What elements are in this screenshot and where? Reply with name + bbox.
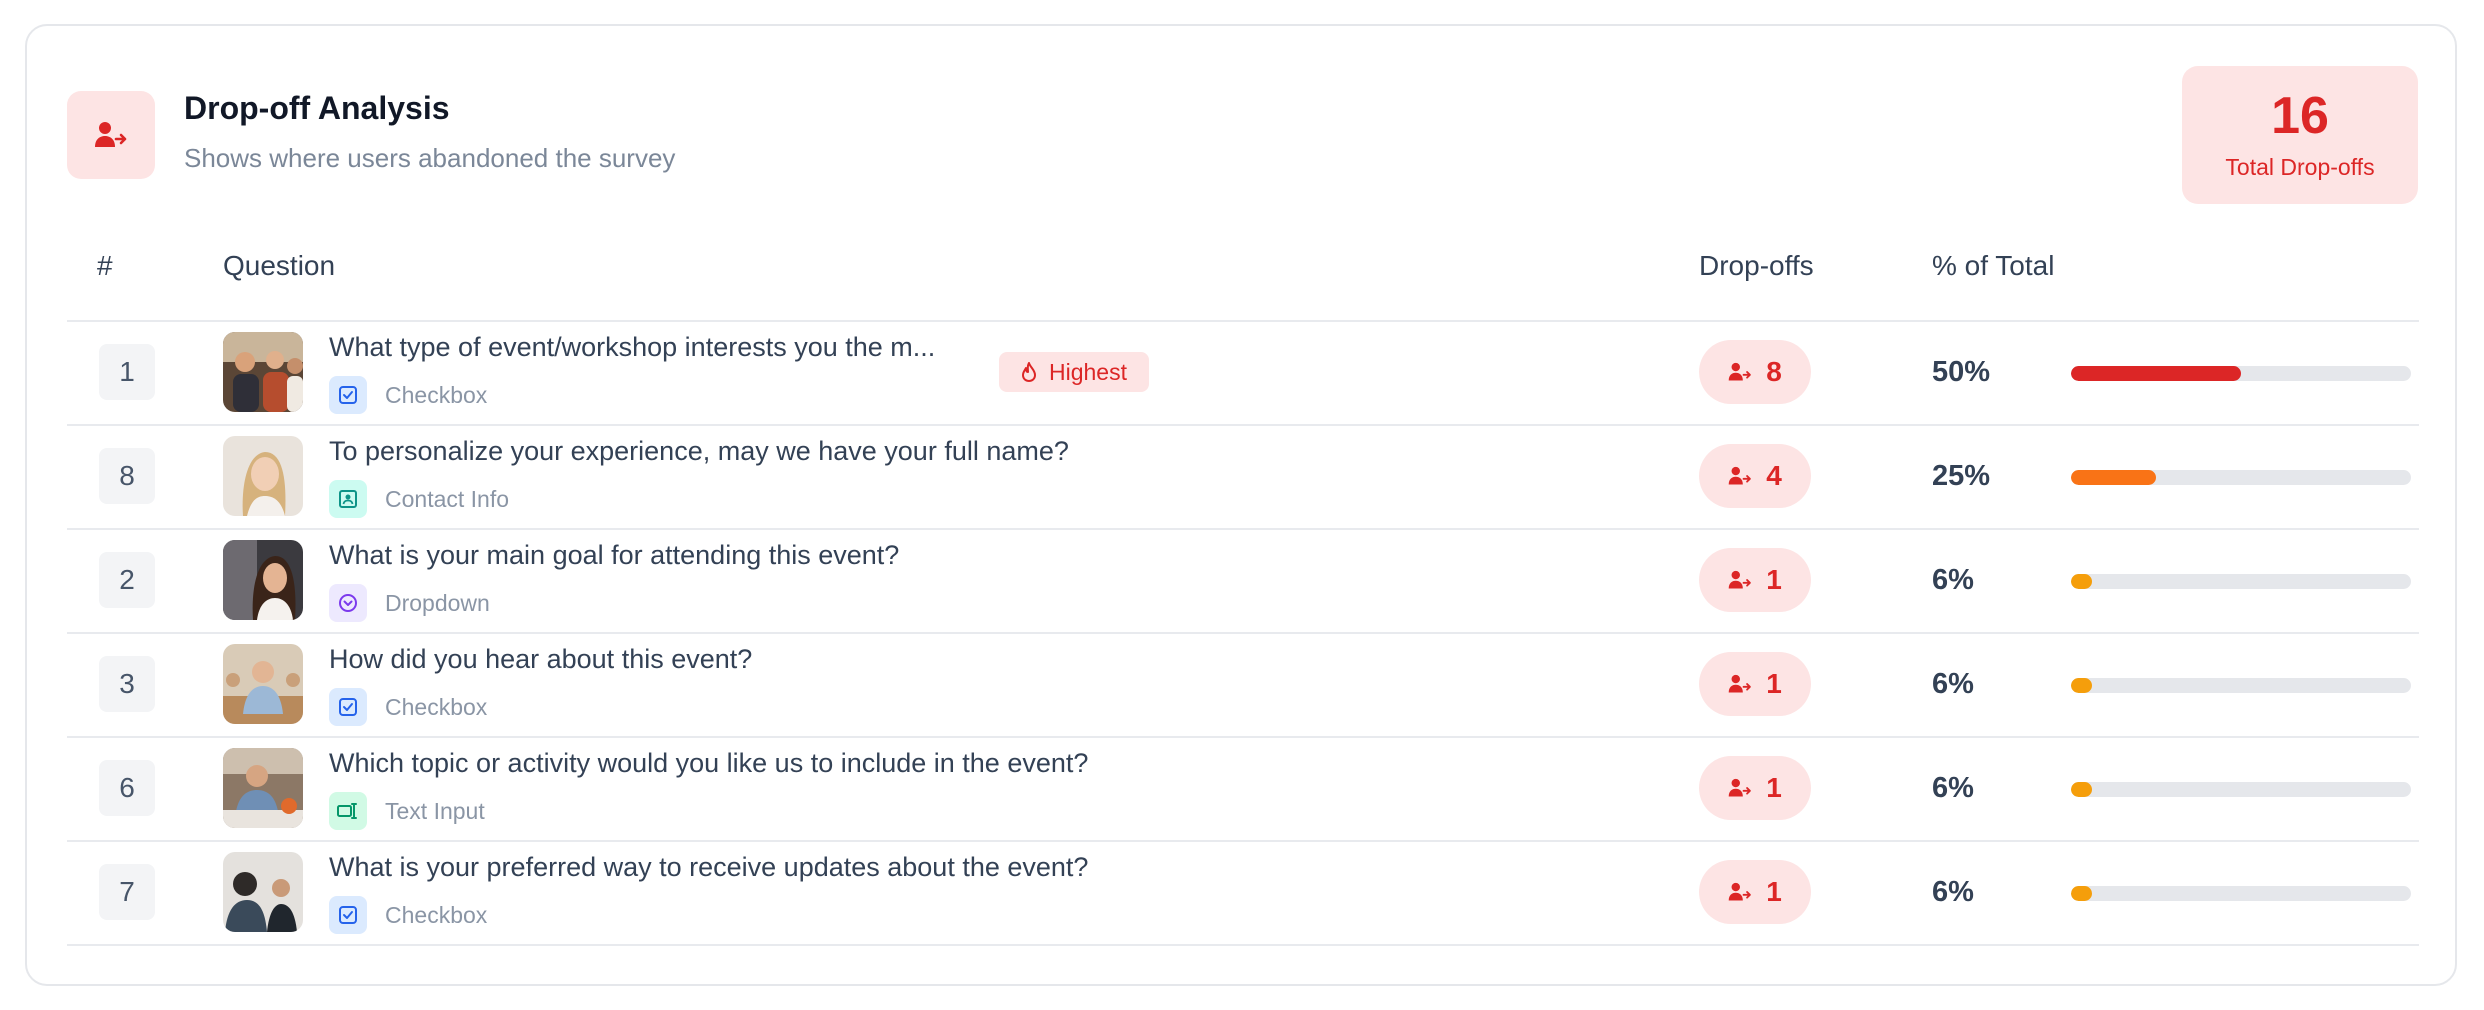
question-type: Text Input	[329, 792, 485, 830]
dropoff-count-pill: 1	[1699, 860, 1811, 924]
question-type-label: Contact Info	[385, 485, 510, 512]
question-text: What is your main goal for attending thi…	[329, 540, 900, 570]
question-type: Checkbox	[329, 896, 487, 934]
rank-badge: 2	[99, 552, 155, 608]
percent-value: 6%	[1932, 668, 1974, 700]
question-type-label: Text Input	[385, 797, 485, 824]
checkbox-icon	[329, 688, 367, 726]
question-thumbnail	[223, 748, 303, 828]
dropoff-count: 1	[1766, 564, 1782, 595]
user-exit-icon	[1728, 570, 1752, 589]
percent-value: 6%	[1932, 772, 1974, 804]
percent-value: 6%	[1932, 564, 1974, 596]
rank-badge: 3	[99, 656, 155, 712]
dropoff-table: 1 What type of event/workshop interests …	[67, 320, 2419, 946]
table-row[interactable]: 6 Which topic or activity would you like…	[67, 738, 2419, 842]
percent-value: 6%	[1932, 876, 1974, 908]
question-type-label: Checkbox	[385, 901, 488, 928]
checkbox-icon	[329, 896, 367, 934]
question-type: Contact Info	[329, 480, 509, 518]
dropoff-count-pill: 1	[1699, 652, 1811, 716]
rank-badge: 7	[99, 864, 155, 920]
question-thumbnail	[223, 436, 303, 516]
dropoff-count-pill: 4	[1699, 444, 1811, 508]
user-exit-icon	[1728, 362, 1752, 381]
contact-card-icon	[329, 480, 367, 518]
rank-badge: 8	[99, 448, 155, 504]
question-type: Dropdown	[329, 584, 490, 622]
text-input-icon	[329, 792, 367, 830]
dropdown-icon	[329, 584, 367, 622]
dropoff-count-pill: 1	[1699, 548, 1811, 612]
percent-bar-fill	[2071, 366, 2241, 381]
question-text: To personalize your experience, may we h…	[329, 436, 1069, 466]
question-text: What type of event/workshop interests yo…	[329, 332, 936, 362]
user-exit-icon	[67, 91, 155, 179]
percent-bar-track	[2071, 574, 2411, 589]
table-row[interactable]: 2 What is your main goal for attending t…	[67, 530, 2419, 634]
percent-bar-track	[2071, 366, 2411, 381]
table-row[interactable]: 1 What type of event/workshop interests …	[67, 322, 2419, 426]
question-type: Checkbox	[329, 688, 487, 726]
question-type-label: Checkbox	[385, 381, 488, 408]
dropoff-count: 4	[1766, 460, 1782, 491]
highest-badge: Highest	[999, 352, 1149, 392]
dropoff-count: 1	[1766, 668, 1782, 699]
percent-bar-fill	[2071, 886, 2093, 901]
percent-bar-track	[2071, 782, 2411, 797]
table-row[interactable]: 7 What is your preferred way to receive …	[67, 842, 2419, 946]
percent-value: 50%	[1932, 356, 1991, 388]
total-dropoffs-label: Total Drop-offs	[2225, 154, 2375, 180]
dropoff-count-pill: 8	[1699, 340, 1811, 404]
table-row[interactable]: 8 To personalize your experience, may we…	[67, 426, 2419, 530]
percent-bar-track	[2071, 886, 2411, 901]
table-row[interactable]: 3 How did you hear about this event? Che…	[67, 634, 2419, 738]
rank-badge: 6	[99, 760, 155, 816]
user-exit-icon	[1728, 674, 1752, 693]
column-header-question: Question	[223, 250, 336, 281]
dropoff-count-pill: 1	[1699, 756, 1811, 820]
question-type-label: Dropdown	[385, 589, 490, 616]
dropoff-count: 1	[1766, 772, 1782, 803]
user-exit-icon	[1728, 882, 1752, 901]
question-text: Which topic or activity would you like u…	[329, 748, 1089, 778]
percent-value: 25%	[1932, 460, 1991, 492]
card-subtitle: Shows where users abandoned the survey	[184, 143, 676, 173]
dropoff-count: 8	[1766, 356, 1782, 387]
percent-bar-fill	[2071, 470, 2156, 485]
card-title: Drop-off Analysis	[184, 90, 450, 126]
flame-icon	[1022, 362, 1036, 382]
user-exit-icon	[1728, 778, 1752, 797]
question-thumbnail	[223, 540, 303, 620]
question-thumbnail	[223, 332, 303, 412]
total-dropoffs-value: 16	[2271, 87, 2329, 145]
question-type: Checkbox	[329, 376, 487, 414]
highest-badge-label: Highest	[1049, 358, 1127, 385]
column-header-dropoffs: Drop-offs	[1699, 250, 1814, 281]
question-thumbnail	[223, 852, 303, 932]
total-dropoffs-badge: 16 Total Drop-offs	[2182, 66, 2418, 204]
rank-badge: 1	[99, 344, 155, 400]
percent-bar-fill	[2071, 782, 2093, 797]
percent-bar-fill	[2071, 678, 2093, 693]
column-header-rank: #	[97, 250, 113, 281]
percent-bar-fill	[2071, 574, 2093, 589]
checkbox-icon	[329, 376, 367, 414]
question-text: How did you hear about this event?	[329, 644, 753, 674]
column-header-percent: % of Total	[1932, 250, 2055, 281]
user-exit-icon	[1728, 466, 1752, 485]
percent-bar-track	[2071, 470, 2411, 485]
dropoff-count: 1	[1766, 876, 1782, 907]
question-text: What is your preferred way to receive up…	[329, 852, 1089, 882]
question-thumbnail	[223, 644, 303, 724]
question-type-label: Checkbox	[385, 693, 488, 720]
percent-bar-track	[2071, 678, 2411, 693]
dropoff-analysis-card: Drop-off Analysis Shows where users aban…	[25, 24, 2457, 986]
